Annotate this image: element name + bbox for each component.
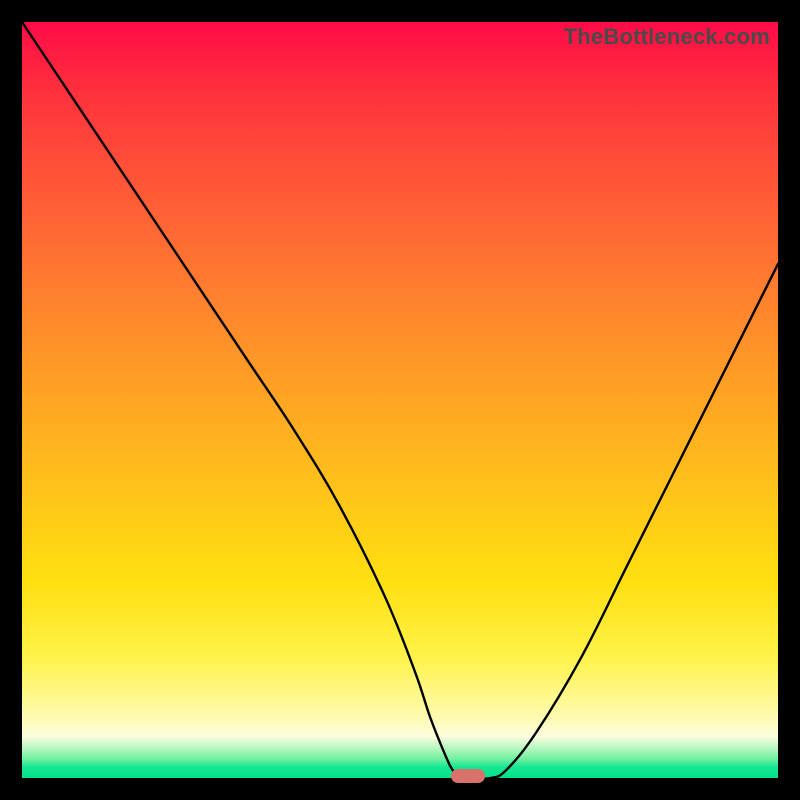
optimum-marker [451, 769, 485, 783]
bottleneck-curve [22, 22, 778, 778]
plot-area: TheBottleneck.com [22, 22, 778, 778]
chart-frame: TheBottleneck.com [0, 0, 800, 800]
